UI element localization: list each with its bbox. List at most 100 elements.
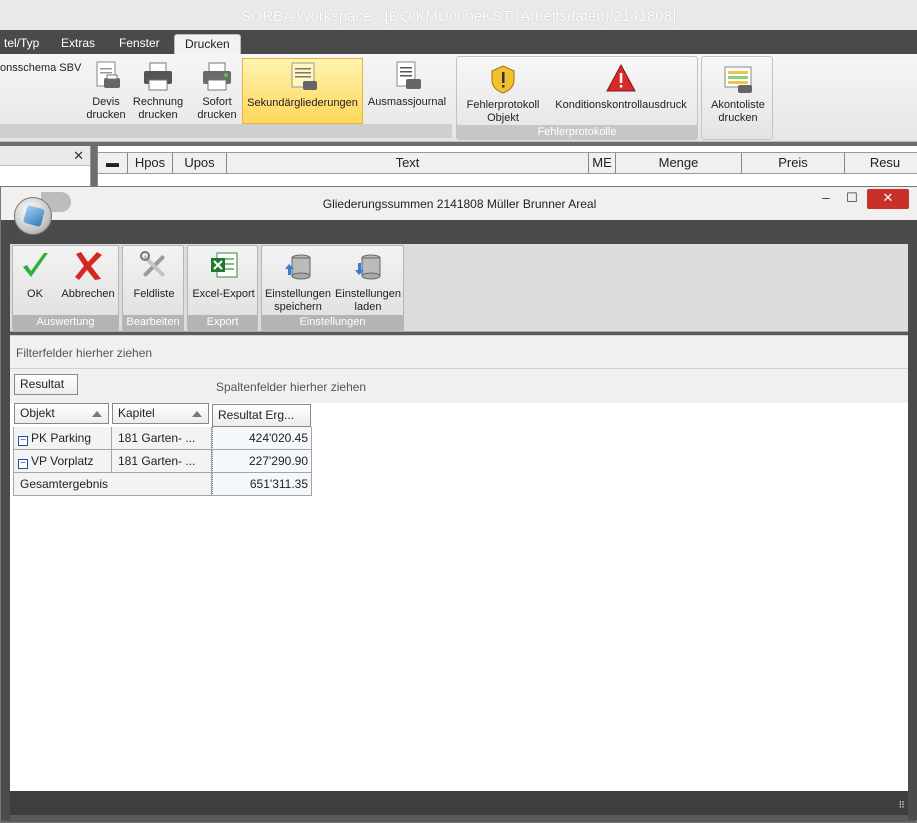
pivot-column-area[interactable]: Resultat Spaltenfelder hierher ziehen [10,369,908,403]
database-save-icon [283,250,313,282]
rechnung-drucken-button[interactable]: Rechnung drucken [130,58,186,124]
list-print-icon [722,63,754,95]
dialog-title: Gliederungssummen 2141808 Müller Brunner… [322,197,597,211]
filter-area-hint: Filterfelder hierher ziehen [16,346,153,360]
excel-icon [209,250,239,282]
minimize-button[interactable]: ‒ [815,189,837,209]
fehlerprotokoll-objekt-label: Fehlerprotokoll Objekt [466,99,540,124]
pivot-filter-area[interactable]: Filterfelder hierher ziehen [10,335,908,369]
printer-icon [201,60,233,92]
ok-label: OK [27,288,43,300]
group-label-export: Export [188,315,257,330]
akontoliste-drucken-button[interactable]: Akontoliste drucken [704,61,772,127]
devis-drucken-button[interactable]: Devis drucken [82,58,130,124]
ribbon-group-fehlerprotokolle: Fehlerprotokoll Objekt Konditionskontrol… [456,56,698,140]
feldliste-button[interactable]: Feldliste [125,248,183,301]
ribbon-group-export: Excel-Export Export [187,245,258,331]
maximize-button[interactable]: ☐ [841,189,863,209]
collapse-icon[interactable]: − [18,459,28,469]
dialog-status-bar: ⠿ [10,791,908,815]
fehlerprotokoll-objekt-button[interactable]: Fehlerprotokoll Objekt [459,61,547,127]
ribbon-group-label: Fehlerprotokolle [457,125,697,139]
tab-extras[interactable]: Extras [51,34,105,54]
document-print-icon [90,60,122,92]
konditionskontrollausdruck-label: Konditionskontrollausdruck [555,99,687,111]
devis-drucken-label: Devis drucken [86,96,126,121]
sekundaergliederungen-label: Sekundärgliederungen [247,97,358,109]
sofort-drucken-label: Sofort drucken [197,96,237,121]
grand-total-value[interactable]: 651'311.35 [212,473,312,496]
gliederungssummen-dialog: Gliederungssummen 2141808 Müller Brunner… [0,186,917,823]
tools-icon [139,250,169,282]
ok-button[interactable]: OK [15,248,55,301]
grid-col-upos[interactable]: Upos [173,153,227,173]
objekt-value: PK Parking [31,431,92,445]
grid-col-menge[interactable]: Menge [616,153,742,173]
value-column-header[interactable]: Resultat Erg... [212,404,311,427]
left-panel-header: ✕ [0,146,90,166]
document-print-icon [287,61,319,93]
main-ribbon-tabs: tel/Typ Extras Fenster Drucken [0,30,917,54]
row-field-objekt[interactable]: Objekt [14,403,109,424]
pivot-value-cell[interactable]: 424'020.45 [212,427,312,450]
excel-export-label: Excel-Export [192,288,255,300]
akontoliste-drucken-label: Akontoliste drucken [711,99,765,124]
resize-grip-icon[interactable]: ⠿ [898,800,905,811]
dialog-tab-strip [10,220,908,244]
tab-typ[interactable]: tel/Typ [0,34,49,54]
close-icon[interactable]: ✕ [73,148,84,164]
cancel-x-icon [73,250,103,282]
pivot-grid: Resultat Spaltenfelder hierher ziehen Ob… [10,369,908,791]
sort-ascending-icon [192,411,202,417]
sofort-drucken-button[interactable]: Sofort drucken [193,58,241,124]
dialog-ribbon: OK Abbrechen Auswertung Feldliste Bearbe… [10,244,908,332]
ribbon-group-auswertung: OK Abbrechen Auswertung [12,245,119,331]
app-menu-button[interactable] [14,197,52,235]
row-header-kapitel[interactable]: 181 Garten- ... [112,427,212,450]
data-field-resultat[interactable]: Resultat [14,374,78,395]
ausmassjournal-button[interactable]: Ausmassjournal [365,58,449,124]
grid-col-text[interactable]: Text [227,153,589,173]
row-field-kapitel[interactable]: Kapitel [112,403,209,424]
einstellungen-speichern-label: Einstellungen speichern [264,288,332,313]
pivot-value-cell[interactable]: 227'290.90 [212,450,312,473]
printer-icon [142,60,174,92]
dialog-left-border [1,220,10,820]
warning-shield-icon [487,63,519,95]
grid-col-preis[interactable]: Preis [742,153,845,173]
einstellungen-laden-button[interactable]: Einstellungen laden [334,248,402,314]
row-header-objekt[interactable]: − VP Vorplatz [13,450,112,473]
grid-col-me[interactable]: ME [589,153,616,173]
grid-collapse-cell[interactable]: ▬ [98,153,128,173]
abbrechen-label: Abbrechen [61,288,115,300]
row-header-kapitel[interactable]: 181 Garten- ... [112,450,212,473]
group-label-auswertung: Auswertung [13,315,118,330]
main-ribbon: onsschema SBV Devis drucken Rechnung dru… [0,54,917,142]
grid-col-resultat[interactable]: Resu [845,153,917,173]
grid-col-hpos[interactable]: Hpos [128,153,173,173]
row-field-kapitel-label: Kapitel [118,406,155,420]
konditionskontrollausdruck-button[interactable]: Konditionskontrollausdruck [547,61,695,127]
ribbon-group-bearbeiten: Feldliste Bearbeiten [122,245,184,331]
column-area-hint: Spaltenfelder hierher ziehen [216,380,367,394]
group-label-einstellungen: Einstellungen [262,315,403,330]
checkmark-icon [20,250,50,282]
position-grid: ▬ Hpos Upos Text ME Menge Preis Resu [97,146,917,186]
row-header-objekt[interactable]: − PK Parking [13,427,112,450]
abbrechen-button[interactable]: Abbrechen [59,248,117,301]
dialog-right-border [908,220,917,820]
einstellungen-laden-label: Einstellungen laden [334,288,402,313]
objekt-value: VP Vorplatz [31,454,94,468]
main-window-title-bar: SORBA Workspace - [DQ/KMUohneKST (Arbeit… [0,0,917,30]
tab-fenster[interactable]: Fenster [109,34,170,54]
close-button[interactable]: ✕ [867,189,909,209]
ausmassjournal-label: Ausmassjournal [367,96,447,108]
sekundaergliederungen-button[interactable]: Sekundärgliederungen [242,58,363,124]
collapse-icon[interactable]: − [18,436,28,446]
ribbon-group-akonto: Akontoliste drucken [701,56,773,140]
excel-export-button[interactable]: Excel-Export [190,248,257,301]
einstellungen-speichern-button[interactable]: Einstellungen speichern [264,248,332,314]
left-panel: ✕ [0,146,91,186]
main-window-title: SORBA Workspace - [DQ/KMUohneKST (Arbeit… [240,8,677,25]
tab-drucken[interactable]: Drucken [174,34,241,54]
